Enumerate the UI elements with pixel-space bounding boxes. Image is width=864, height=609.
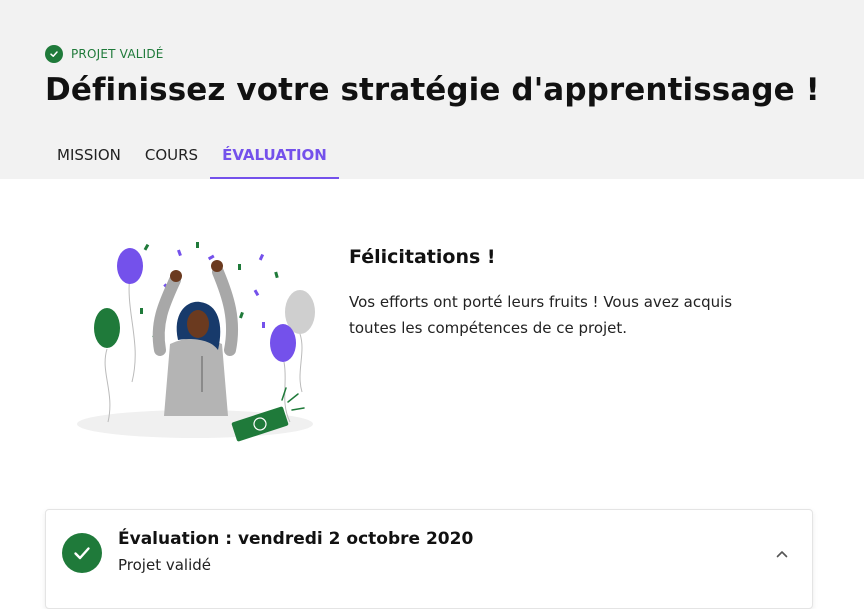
tab-mission[interactable]: MISSION <box>45 131 133 179</box>
celebration-illustration <box>70 232 330 452</box>
project-tabs: MISSION COURS ÉVALUATION <box>45 131 339 179</box>
congratulations-title: Félicitations ! <box>349 246 496 268</box>
tab-evaluation[interactable]: ÉVALUATION <box>210 131 339 179</box>
check-circle-icon <box>62 533 102 573</box>
chevron-up-icon[interactable] <box>770 542 794 566</box>
page-title: Définissez votre stratégie d'apprentissa… <box>45 72 820 108</box>
tab-cours[interactable]: COURS <box>133 131 210 179</box>
evaluation-card[interactable]: Évaluation : vendredi 2 octobre 2020 Pro… <box>45 509 813 609</box>
evaluation-title: Évaluation : vendredi 2 octobre 2020 <box>118 529 474 549</box>
project-header: PROJET VALIDÉ Définissez votre stratégie… <box>0 0 864 179</box>
status-label: PROJET VALIDÉ <box>71 47 164 61</box>
project-status: PROJET VALIDÉ <box>45 45 164 63</box>
evaluation-status: Projet validé <box>118 556 211 574</box>
congratulations-text: Vos efforts ont porté leurs fruits ! Vou… <box>349 293 733 337</box>
check-circle-icon <box>45 45 63 63</box>
